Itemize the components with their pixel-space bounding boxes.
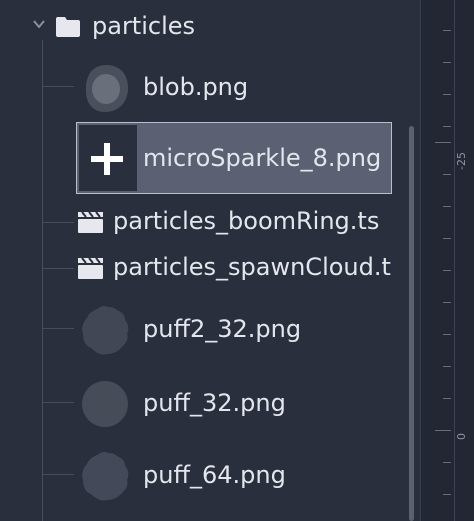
tree-item-blob[interactable]: blob.png <box>0 58 410 114</box>
tree-item-puff2-32[interactable]: puff2_32.png <box>0 300 410 356</box>
ruler-tick <box>443 366 451 367</box>
clapperboard-icon <box>78 257 103 279</box>
tree-item-puff-32[interactable]: puff_32.png <box>0 374 410 430</box>
clapperboard-icon <box>78 211 103 233</box>
ruler-tick <box>443 62 451 63</box>
ruler-tick <box>443 30 451 31</box>
folder-label: particles <box>92 12 196 40</box>
puff-thumbnail-icon <box>82 306 129 355</box>
file-label: particles_spawnCloud.t <box>113 253 391 281</box>
ruler-tick <box>443 398 451 399</box>
ruler-tick <box>443 206 451 207</box>
filesystem-panel: particles blob.png microSparkle_8.png pa… <box>0 0 420 521</box>
tree-item-microsparkle-selected[interactable]: microSparkle_8.png <box>76 122 392 194</box>
ruler-guide-line <box>454 0 455 521</box>
tree-item-puff-64[interactable]: puff_64.png <box>0 446 410 502</box>
ruler-tick-major <box>435 142 451 143</box>
sparkle-thumbnail-icon <box>91 143 123 175</box>
puff-thumbnail-icon <box>82 452 129 501</box>
ruler-tick <box>443 302 451 303</box>
ruler-tick-major <box>435 430 451 431</box>
ruler-tick <box>443 238 451 239</box>
scrollbar-thumb[interactable] <box>409 126 414 521</box>
tree-item-particles-folder[interactable]: particles <box>0 4 410 48</box>
file-label: particles_boomRing.ts <box>113 207 380 235</box>
folder-icon <box>56 17 80 37</box>
ruler-tick <box>443 494 451 495</box>
file-label: microSparkle_8.png <box>143 144 382 172</box>
file-label: puff_32.png <box>143 389 286 417</box>
file-label: blob.png <box>143 73 249 101</box>
file-label: puff2_32.png <box>143 315 302 343</box>
ruler-tick <box>443 334 451 335</box>
puff-thumbnail-icon <box>82 381 128 427</box>
ruler-tick <box>443 126 451 127</box>
ruler-tick <box>443 94 451 95</box>
ruler-tick <box>443 174 451 175</box>
file-label: puff_64.png <box>143 461 286 489</box>
blob-thumbnail-icon <box>85 65 128 112</box>
tree-item-spawncloud[interactable]: particles_spawnCloud.t <box>0 240 410 296</box>
ruler-label: 0 <box>455 433 468 440</box>
vertical-ruler: -25 0 <box>420 0 474 521</box>
ruler-tick <box>443 462 451 463</box>
ruler-tick <box>443 270 451 271</box>
chevron-down-icon[interactable] <box>33 18 45 30</box>
ruler-label: -25 <box>455 152 468 170</box>
